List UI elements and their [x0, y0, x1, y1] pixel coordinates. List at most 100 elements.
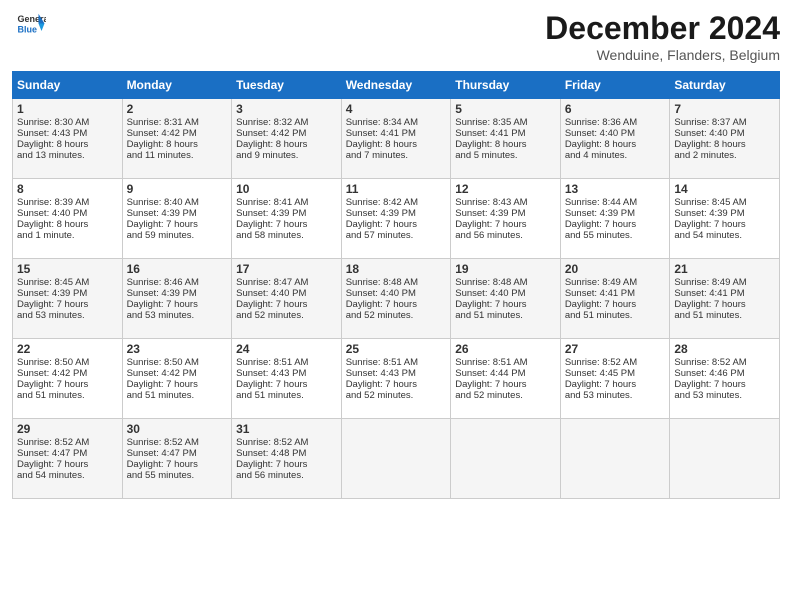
day-number: 8	[17, 182, 118, 196]
sunset: Sunset: 4:43 PM	[346, 368, 416, 379]
calendar-cell: 8 Sunrise: 8:39 AM Sunset: 4:40 PM Dayli…	[13, 179, 123, 259]
daylight-hours: Daylight: 7 hours	[565, 299, 636, 310]
daylight-hours: Daylight: 8 hours	[346, 139, 417, 150]
calendar-cell: 1 Sunrise: 8:30 AM Sunset: 4:43 PM Dayli…	[13, 99, 123, 179]
daylight-hours: Daylight: 7 hours	[565, 219, 636, 230]
calendar-cell: 20 Sunrise: 8:49 AM Sunset: 4:41 PM Dayl…	[560, 259, 670, 339]
daylight-hours: Daylight: 7 hours	[127, 299, 198, 310]
day-number: 21	[674, 262, 775, 276]
daylight-hours: Daylight: 7 hours	[674, 219, 745, 230]
daylight-minutes: and 13 minutes.	[17, 150, 85, 161]
sunset: Sunset: 4:39 PM	[674, 208, 744, 219]
daylight-hours: Daylight: 7 hours	[236, 379, 307, 390]
daylight-minutes: and 7 minutes.	[346, 150, 408, 161]
calendar-cell: 25 Sunrise: 8:51 AM Sunset: 4:43 PM Dayl…	[341, 339, 451, 419]
daylight-hours: Daylight: 7 hours	[455, 299, 526, 310]
sunrise: Sunrise: 8:41 AM	[236, 197, 308, 208]
sunrise: Sunrise: 8:36 AM	[565, 117, 637, 128]
daylight-minutes: and 51 minutes.	[236, 390, 304, 401]
calendar-week-2: 15 Sunrise: 8:45 AM Sunset: 4:39 PM Dayl…	[13, 259, 780, 339]
sunset: Sunset: 4:47 PM	[17, 448, 87, 459]
sunrise: Sunrise: 8:50 AM	[127, 357, 199, 368]
logo-icon: General Blue	[16, 10, 46, 40]
sunset: Sunset: 4:39 PM	[236, 208, 306, 219]
sunset: Sunset: 4:41 PM	[674, 288, 744, 299]
sunrise: Sunrise: 8:52 AM	[17, 437, 89, 448]
sunset: Sunset: 4:40 PM	[455, 288, 525, 299]
sunrise: Sunrise: 8:52 AM	[674, 357, 746, 368]
daylight-minutes: and 51 minutes.	[674, 310, 742, 321]
daylight-hours: Daylight: 7 hours	[236, 219, 307, 230]
sunset: Sunset: 4:42 PM	[127, 368, 197, 379]
daylight-hours: Daylight: 8 hours	[236, 139, 307, 150]
calendar-cell: 27 Sunrise: 8:52 AM Sunset: 4:45 PM Dayl…	[560, 339, 670, 419]
sunrise: Sunrise: 8:43 AM	[455, 197, 527, 208]
sunrise: Sunrise: 8:31 AM	[127, 117, 199, 128]
daylight-minutes: and 54 minutes.	[17, 470, 85, 481]
daylight-hours: Daylight: 7 hours	[236, 299, 307, 310]
day-number: 28	[674, 342, 775, 356]
calendar-week-4: 29 Sunrise: 8:52 AM Sunset: 4:47 PM Dayl…	[13, 419, 780, 499]
calendar-cell: 31 Sunrise: 8:52 AM Sunset: 4:48 PM Dayl…	[232, 419, 342, 499]
daylight-minutes: and 56 minutes.	[236, 470, 304, 481]
daylight-hours: Daylight: 7 hours	[127, 459, 198, 470]
daylight-hours: Daylight: 7 hours	[236, 459, 307, 470]
page-container: General Blue December 2024 Wenduine, Fla…	[0, 0, 792, 509]
sunset: Sunset: 4:41 PM	[565, 288, 635, 299]
daylight-hours: Daylight: 7 hours	[346, 299, 417, 310]
daylight-hours: Daylight: 8 hours	[565, 139, 636, 150]
day-number: 13	[565, 182, 666, 196]
calendar-cell: 12 Sunrise: 8:43 AM Sunset: 4:39 PM Dayl…	[451, 179, 561, 259]
day-number: 11	[346, 182, 447, 196]
calendar-cell: 10 Sunrise: 8:41 AM Sunset: 4:39 PM Dayl…	[232, 179, 342, 259]
logo: General Blue	[12, 10, 46, 40]
daylight-minutes: and 53 minutes.	[127, 310, 195, 321]
daylight-minutes: and 59 minutes.	[127, 230, 195, 241]
day-number: 9	[127, 182, 228, 196]
calendar-cell: 23 Sunrise: 8:50 AM Sunset: 4:42 PM Dayl…	[122, 339, 232, 419]
sunrise: Sunrise: 8:32 AM	[236, 117, 308, 128]
calendar-cell: 15 Sunrise: 8:45 AM Sunset: 4:39 PM Dayl…	[13, 259, 123, 339]
day-number: 16	[127, 262, 228, 276]
col-thursday: Thursday	[451, 72, 561, 99]
day-number: 7	[674, 102, 775, 116]
sunset: Sunset: 4:39 PM	[17, 288, 87, 299]
day-number: 3	[236, 102, 337, 116]
sunrise: Sunrise: 8:50 AM	[17, 357, 89, 368]
calendar-week-3: 22 Sunrise: 8:50 AM Sunset: 4:42 PM Dayl…	[13, 339, 780, 419]
sunrise: Sunrise: 8:34 AM	[346, 117, 418, 128]
sunrise: Sunrise: 8:51 AM	[455, 357, 527, 368]
daylight-minutes: and 52 minutes.	[236, 310, 304, 321]
header-row: Sunday Monday Tuesday Wednesday Thursday…	[13, 72, 780, 99]
calendar-cell: 29 Sunrise: 8:52 AM Sunset: 4:47 PM Dayl…	[13, 419, 123, 499]
sunrise: Sunrise: 8:45 AM	[674, 197, 746, 208]
daylight-hours: Daylight: 7 hours	[674, 379, 745, 390]
day-number: 10	[236, 182, 337, 196]
sunset: Sunset: 4:40 PM	[17, 208, 87, 219]
daylight-hours: Daylight: 7 hours	[127, 219, 198, 230]
day-number: 26	[455, 342, 556, 356]
daylight-minutes: and 51 minutes.	[17, 390, 85, 401]
day-number: 29	[17, 422, 118, 436]
calendar-week-0: 1 Sunrise: 8:30 AM Sunset: 4:43 PM Dayli…	[13, 99, 780, 179]
daylight-hours: Daylight: 8 hours	[455, 139, 526, 150]
day-number: 23	[127, 342, 228, 356]
daylight-hours: Daylight: 7 hours	[346, 379, 417, 390]
location-subtitle: Wenduine, Flanders, Belgium	[545, 47, 780, 63]
daylight-minutes: and 53 minutes.	[674, 390, 742, 401]
daylight-minutes: and 5 minutes.	[455, 150, 517, 161]
daylight-hours: Daylight: 7 hours	[17, 459, 88, 470]
calendar-cell: 7 Sunrise: 8:37 AM Sunset: 4:40 PM Dayli…	[670, 99, 780, 179]
daylight-hours: Daylight: 8 hours	[17, 219, 88, 230]
calendar-cell: 3 Sunrise: 8:32 AM Sunset: 4:42 PM Dayli…	[232, 99, 342, 179]
sunrise: Sunrise: 8:48 AM	[346, 277, 418, 288]
day-number: 14	[674, 182, 775, 196]
day-number: 31	[236, 422, 337, 436]
col-saturday: Saturday	[670, 72, 780, 99]
calendar-table: Sunday Monday Tuesday Wednesday Thursday…	[12, 71, 780, 499]
daylight-minutes: and 4 minutes.	[565, 150, 627, 161]
day-number: 24	[236, 342, 337, 356]
sunset: Sunset: 4:42 PM	[17, 368, 87, 379]
sunset: Sunset: 4:39 PM	[346, 208, 416, 219]
calendar-cell: 6 Sunrise: 8:36 AM Sunset: 4:40 PM Dayli…	[560, 99, 670, 179]
